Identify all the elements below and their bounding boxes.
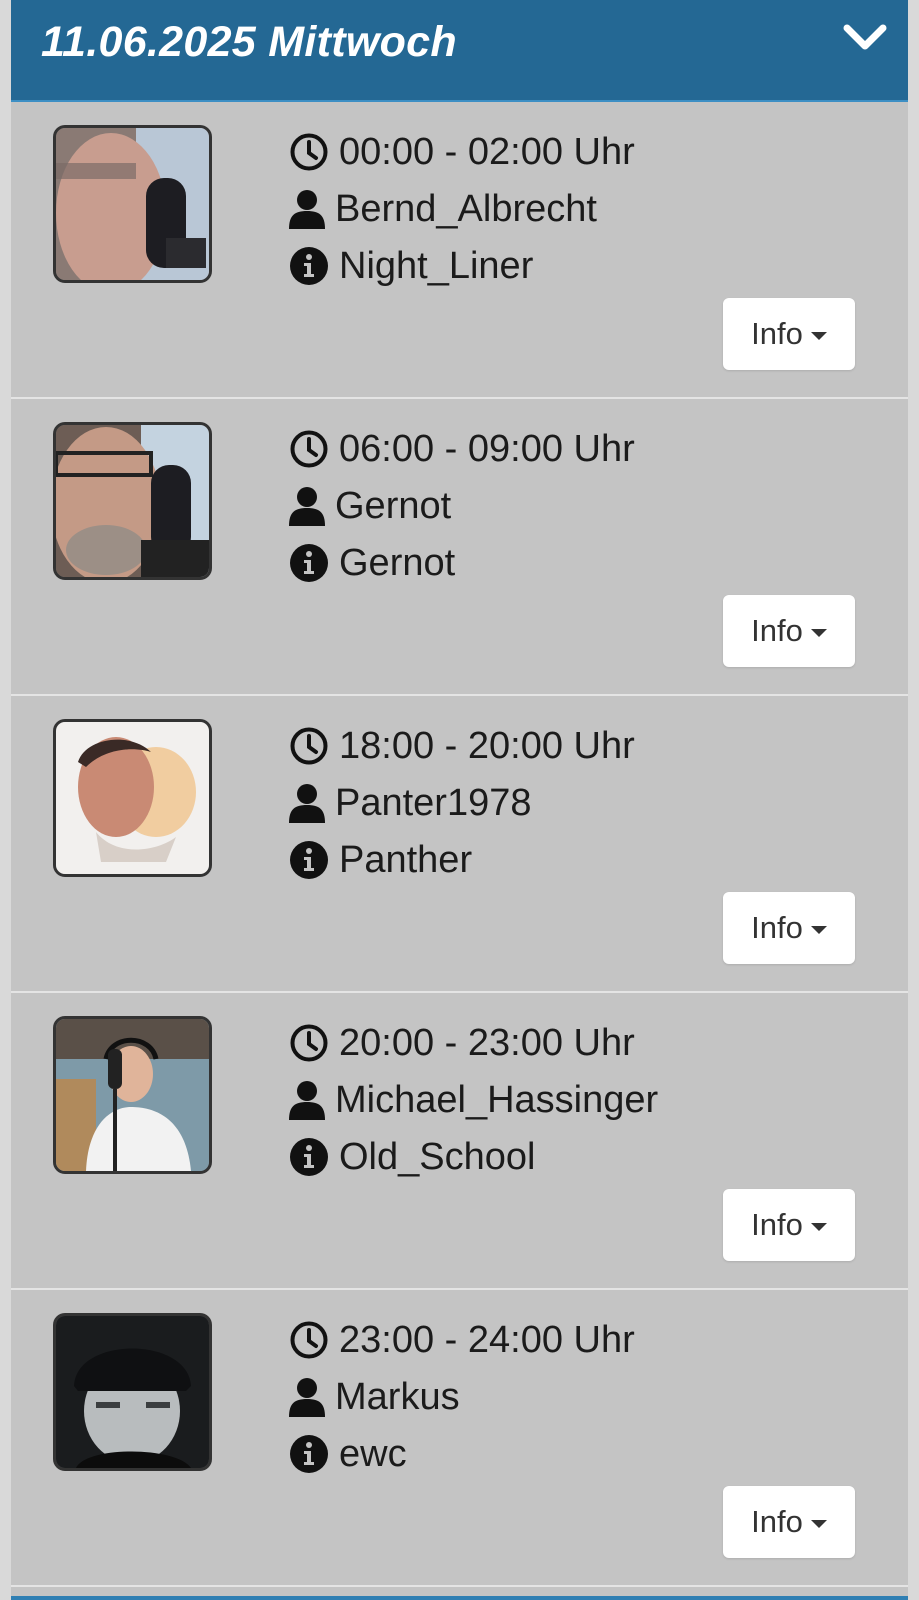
info-icon	[290, 1138, 328, 1176]
user-icon	[289, 1081, 325, 1120]
clock-icon	[290, 1321, 328, 1359]
host-avatar	[53, 1313, 212, 1471]
time-row: 23:00 - 24:00 Uhr	[289, 1315, 635, 1365]
show-time: 06:00 - 09:00 Uhr	[339, 427, 635, 470]
host-name: Michael_Hassinger	[335, 1078, 659, 1121]
info-button[interactable]: Info	[723, 1486, 855, 1558]
info-icon	[290, 1435, 328, 1473]
caret-down-icon	[810, 1520, 827, 1528]
time-row: 20:00 - 23:00 Uhr	[289, 1018, 635, 1068]
show-name-row: ewc	[289, 1429, 407, 1479]
info-button-label: Info	[751, 1207, 803, 1242]
host-name: Panter1978	[335, 781, 532, 824]
show-item: 06:00 - 09:00 Uhr Gernot Gernot Info	[11, 399, 908, 696]
caret-down-icon	[810, 926, 827, 934]
host-avatar	[53, 125, 212, 283]
show-name-row: Old_School	[289, 1132, 535, 1182]
show-item: 00:00 - 02:00 Uhr Bernd_Albrecht Night_L…	[11, 102, 908, 399]
chevron-down-icon[interactable]	[842, 22, 888, 54]
info-button-label: Info	[751, 613, 803, 648]
info-button[interactable]: Info	[723, 595, 855, 667]
day-header[interactable]: 11.06.2025 Mittwoch	[11, 0, 908, 102]
caret-down-icon	[810, 629, 827, 637]
show-item: 20:00 - 23:00 Uhr Michael_Hassinger Old_…	[11, 993, 908, 1290]
day-title: 11.06.2025 Mittwoch	[41, 18, 457, 66]
show-time: 23:00 - 24:00 Uhr	[339, 1318, 635, 1361]
show-name: Old_School	[339, 1135, 536, 1178]
show-time: 20:00 - 23:00 Uhr	[339, 1021, 635, 1064]
clock-icon	[290, 430, 328, 468]
user-icon	[289, 784, 325, 823]
host-row: Gernot	[289, 481, 451, 531]
show-name-row: Panther	[289, 835, 472, 885]
show-name-row: Gernot	[289, 538, 455, 588]
host-row: Panter1978	[289, 778, 532, 828]
clock-icon	[290, 727, 328, 765]
info-button-label: Info	[751, 316, 803, 351]
show-item: 23:00 - 24:00 Uhr Markus ewc Info	[11, 1290, 908, 1587]
host-name: Markus	[335, 1375, 460, 1418]
show-item: 18:00 - 20:00 Uhr Panter1978 Panther Inf…	[11, 696, 908, 993]
show-name: ewc	[339, 1432, 407, 1475]
host-avatar	[53, 422, 212, 580]
host-row: Michael_Hassinger	[289, 1075, 658, 1125]
info-button[interactable]: Info	[723, 298, 855, 370]
info-button-label: Info	[751, 910, 803, 945]
user-icon	[289, 487, 325, 526]
show-name: Panther	[339, 838, 473, 881]
info-button[interactable]: Info	[723, 1189, 855, 1261]
schedule-panel: 11.06.2025 Mittwoch 00:00 - 02:00 Uhr Be…	[11, 0, 908, 1600]
time-row: 00:00 - 02:00 Uhr	[289, 127, 635, 177]
host-name: Gernot	[335, 484, 452, 527]
show-name-row: Night_Liner	[289, 241, 533, 291]
user-icon	[289, 1378, 325, 1417]
clock-icon	[290, 133, 328, 171]
info-icon	[290, 247, 328, 285]
info-button-label: Info	[751, 1504, 803, 1539]
host-row: Bernd_Albrecht	[289, 184, 597, 234]
host-name: Bernd_Albrecht	[335, 187, 597, 230]
time-row: 06:00 - 09:00 Uhr	[289, 424, 635, 474]
caret-down-icon	[810, 332, 827, 340]
clock-icon	[290, 1024, 328, 1062]
show-time: 18:00 - 20:00 Uhr	[339, 724, 635, 767]
time-row: 18:00 - 20:00 Uhr	[289, 721, 635, 771]
next-day-header-edge	[11, 1596, 908, 1600]
host-row: Markus	[289, 1372, 460, 1422]
show-time: 00:00 - 02:00 Uhr	[339, 130, 635, 173]
host-avatar	[53, 1016, 212, 1174]
caret-down-icon	[810, 1223, 827, 1231]
show-name: Night_Liner	[339, 244, 534, 287]
info-button[interactable]: Info	[723, 892, 855, 964]
show-name: Gernot	[339, 541, 456, 584]
info-icon	[290, 841, 328, 879]
host-avatar	[53, 719, 212, 877]
info-icon	[290, 544, 328, 582]
user-icon	[289, 190, 325, 229]
